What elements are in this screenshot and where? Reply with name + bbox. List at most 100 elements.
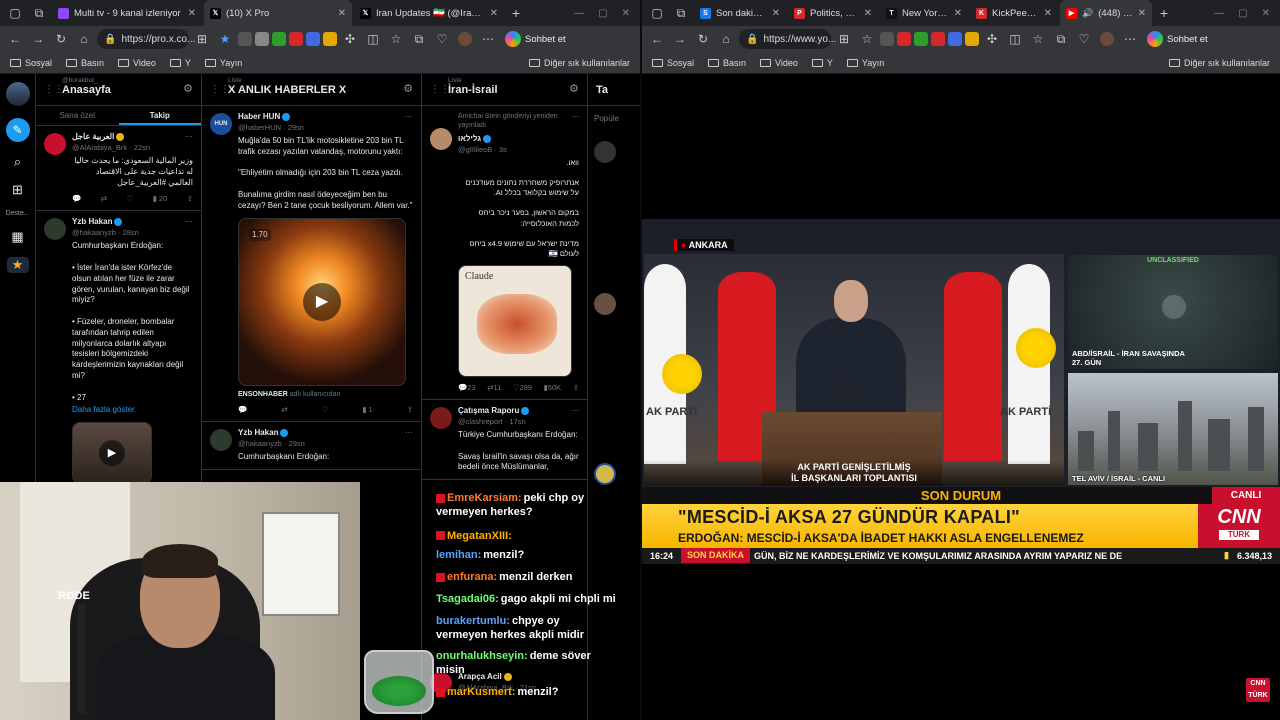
extensions-puzzle-icon[interactable]: ✣ [340, 29, 360, 49]
favorite-star-icon[interactable]: ★ [215, 29, 235, 49]
minimize-icon[interactable]: — [1214, 8, 1224, 19]
close-tab-icon[interactable]: ✕ [954, 8, 962, 19]
minimize-icon[interactable]: — [574, 8, 584, 19]
search-icon[interactable]: ⌕ [14, 154, 21, 170]
browser-essentials-icon[interactable]: ♡ [1074, 29, 1094, 49]
deck-icon[interactable]: ▦ [11, 229, 23, 245]
drag-handle-icon[interactable]: ⋮⋮ [44, 84, 64, 95]
split-screen-icon[interactable]: ◫ [363, 29, 383, 49]
more-options-icon[interactable]: ⋯ [185, 132, 193, 143]
browser-tab[interactable]: Multi tv - 9 kanal izleniyor ✕ [52, 0, 202, 26]
retweet-count[interactable]: ⇄11 [487, 383, 501, 393]
browser-tab[interactable]: S Son dakika ha ✕ [694, 0, 786, 26]
close-tab-icon[interactable]: ✕ [188, 8, 196, 19]
video-source-name[interactable]: ENSONHABER [238, 391, 288, 398]
extension-icon[interactable] [306, 32, 320, 46]
maximize-icon[interactable]: ▢ [598, 8, 607, 19]
like-icon[interactable]: ♡ [127, 194, 134, 204]
browser-essentials-icon[interactable]: ♡ [432, 29, 452, 49]
extension-icon[interactable] [880, 32, 894, 46]
account-avatar[interactable] [5, 82, 30, 106]
close-window-icon[interactable]: ✕ [1262, 8, 1270, 19]
more-options-icon[interactable]: ⋯ [405, 112, 413, 123]
tweet-author[interactable]: גלילאו [458, 134, 481, 143]
profile-avatar[interactable] [455, 29, 475, 49]
like-icon[interactable]: ♡ [322, 405, 329, 415]
tweet-author[interactable]: Haber HUN [238, 112, 280, 121]
bookmark-folder[interactable]: Y [811, 58, 833, 68]
close-tab-icon[interactable]: ✕ [864, 8, 872, 19]
browser-tab[interactable]: P Politics, Policy ✕ [788, 0, 878, 26]
views-count[interactable]: ▮ 1 [362, 405, 372, 415]
views-count[interactable]: ▮ 20 [153, 194, 168, 204]
collections-icon[interactable]: ⧉ [409, 29, 429, 49]
audio-playing-icon[interactable]: 🔊 [1082, 8, 1093, 19]
starred-deck-icon[interactable]: ★ [6, 257, 29, 273]
close-tab-icon[interactable]: ✕ [772, 8, 780, 19]
workspaces-icon[interactable]: ▢ [4, 2, 26, 24]
tweet[interactable]: HUN Haber HUN @haberHUN · 29sn Muğla'da … [202, 106, 421, 423]
bookmark-folder[interactable]: Basın [708, 58, 746, 68]
forward-icon[interactable]: → [28, 29, 48, 49]
more-options-icon[interactable]: ⋯ [185, 217, 193, 228]
browser-tab[interactable]: T New York Tim ✕ [880, 0, 968, 26]
menu-dots-icon[interactable]: ⋯ [1120, 29, 1140, 49]
like-count[interactable]: ♡289 [513, 383, 532, 393]
close-tab-icon[interactable]: ✕ [1044, 8, 1052, 19]
profile-avatar[interactable] [1097, 29, 1117, 49]
address-bar[interactable]: 🔒 https://www.yo... [739, 29, 836, 49]
views-count[interactable]: ▮50K [544, 383, 562, 393]
column-settings-icon[interactable]: ⚙ [569, 82, 579, 95]
new-tab-button[interactable]: + [1154, 5, 1174, 21]
extensions-puzzle-icon[interactable]: ✣ [982, 29, 1002, 49]
extension-icon[interactable] [289, 32, 303, 46]
share-icon[interactable]: ⇪ [573, 383, 579, 393]
tweet[interactable]: العربية عاجل @AlArabiya_Brk · 22sn وزير … [36, 126, 201, 212]
close-tab-icon[interactable]: ✕ [490, 8, 498, 19]
extension-icon[interactable] [238, 32, 252, 46]
avatar[interactable] [430, 128, 452, 150]
tweet-author[interactable]: Çatışma Raporu [458, 406, 519, 415]
read-aloud-icon[interactable]: ⊞ [834, 29, 854, 49]
tweet[interactable]: Yzb Hakan @hakaanyzb · 28sn Cumhurbaşkan… [36, 211, 201, 492]
maximize-icon[interactable]: ▢ [1238, 8, 1247, 19]
avatar[interactable] [430, 407, 452, 430]
play-icon[interactable]: ▶ [303, 282, 341, 321]
close-window-icon[interactable]: ✕ [622, 8, 630, 19]
reply-icon[interactable]: 💬 [72, 194, 81, 204]
reload-icon[interactable]: ↻ [693, 29, 713, 49]
other-favorites[interactable]: Diğer sık kullanılanlar [528, 58, 630, 68]
avatar[interactable] [594, 141, 616, 163]
share-icon[interactable]: ⇪ [187, 194, 193, 204]
tweet-image[interactable]: Claude [458, 265, 572, 378]
favorite-star-icon[interactable]: ☆ [857, 29, 877, 49]
extension-icon[interactable] [965, 32, 979, 46]
tweet[interactable]: Yzb Hakan @hakaanyzb · 29sn Cumhurbaşkan… [202, 422, 421, 470]
compose-post-icon[interactable]: ✎ [5, 118, 30, 142]
more-options-icon[interactable]: ⋯ [405, 428, 413, 439]
bookmark-folder[interactable]: Y [169, 58, 191, 68]
browser-tab-active[interactable]: ▶ 🔊 (448) CNN ✕ [1060, 0, 1152, 26]
column-tab-popular[interactable]: Popüle [588, 106, 640, 131]
tweet-video[interactable]: 1.70 ▶ [238, 217, 406, 386]
tweet[interactable]: Amichai Stein gönderiyi yeniden yayınlad… [422, 106, 587, 401]
column-settings-icon[interactable]: ⚙ [183, 82, 193, 95]
home-icon[interactable]: ⌂ [716, 29, 736, 49]
play-icon[interactable]: ▶ [99, 440, 125, 467]
bookmark-folder[interactable]: Sosyal [652, 58, 694, 68]
column-settings-icon[interactable]: ⚙ [403, 82, 413, 95]
bookmark-folder[interactable]: Yayın [204, 58, 242, 68]
extension-icon[interactable] [272, 32, 286, 46]
browser-tab[interactable]: 𝕏 Iran Updates 🇮🇷 (@IranUpdate ✕ [354, 0, 504, 26]
avatar[interactable] [594, 293, 616, 315]
other-favorites[interactable]: Diğer sık kullanılanlar [1168, 58, 1270, 68]
bookmark-folder[interactable]: Video [118, 58, 156, 68]
avatar[interactable] [210, 429, 232, 452]
tweet-author[interactable]: Yzb Hakan [72, 217, 112, 226]
extension-icon[interactable] [255, 32, 269, 46]
address-bar[interactable]: 🔒 https://pro.x.co... [97, 29, 195, 49]
show-more-link[interactable]: Daha fazla göster [72, 405, 193, 416]
close-tab-icon[interactable]: ✕ [338, 8, 346, 19]
menu-dots-icon[interactable]: ⋯ [478, 29, 498, 49]
tweet-author[interactable]: Yzb Hakan [238, 428, 278, 437]
